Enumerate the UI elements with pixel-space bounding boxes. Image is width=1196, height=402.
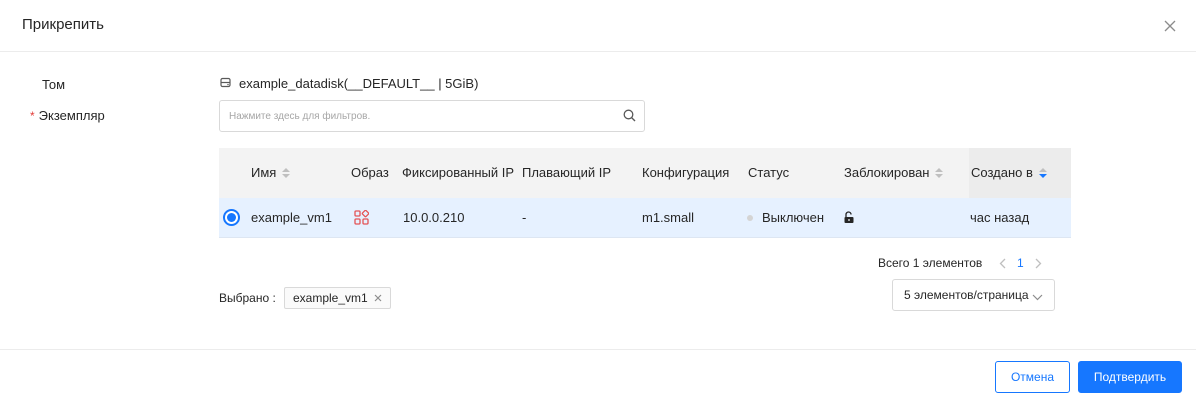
- pagination-total: Всего 1 элементов: [878, 256, 983, 270]
- instance-label: * Экземпляр: [30, 108, 105, 123]
- unlock-icon: [843, 211, 855, 224]
- cell-status: Выключен: [747, 210, 824, 225]
- volume-value-text: example_datadisk(__DEFAULT__ | 5GiB): [239, 76, 479, 91]
- pagination: Всего 1 элементов 1: [878, 256, 1048, 270]
- page-size-select[interactable]: 5 элементов/страница: [892, 279, 1055, 311]
- volume-value: example_datadisk(__DEFAULT__ | 5GiB): [220, 76, 478, 91]
- cell-floating-ip: -: [522, 210, 527, 225]
- cell-flavor: m1.small: [642, 210, 695, 225]
- cell-fixed-ip: 10.0.0.210: [403, 210, 465, 225]
- cell-status-text: Выключен: [762, 210, 825, 225]
- tag-close-icon[interactable]: [374, 294, 382, 302]
- table-header: Имя Образ Фиксированный IP Плавающий IP …: [219, 148, 1071, 198]
- modal-footer: Отмена Подтвердить: [0, 349, 1196, 402]
- column-header-image: Образ: [351, 165, 389, 180]
- prev-page-icon[interactable]: [992, 256, 1012, 270]
- column-header-flavor: Конфигурация: [642, 165, 730, 180]
- column-created-label: Создано в: [971, 165, 1033, 180]
- cell-name: example_vm1: [251, 210, 332, 225]
- status-dot-icon: [747, 214, 753, 221]
- cancel-button[interactable]: Отмена: [995, 361, 1070, 393]
- instance-table: Имя Образ Фиксированный IP Плавающий IP …: [219, 148, 1071, 238]
- page-size-value: 5 элементов/страница: [904, 288, 1029, 302]
- next-page-icon[interactable]: [1028, 256, 1048, 270]
- close-icon[interactable]: [1160, 16, 1180, 36]
- cell-created: час назад: [970, 210, 1030, 225]
- column-locked-label: Заблокирован: [844, 165, 930, 180]
- column-header-floating-ip: Плавающий IP: [522, 165, 612, 180]
- column-header-status: Статус: [748, 165, 790, 180]
- confirm-button[interactable]: Подтвердить: [1078, 361, 1182, 393]
- chevron-down-icon: [1032, 290, 1043, 304]
- column-header-created[interactable]: Создано в: [971, 165, 1047, 180]
- image-os-icon: [354, 210, 369, 225]
- volume-label: Том: [42, 77, 66, 92]
- disk-icon: [220, 76, 231, 91]
- search-icon[interactable]: [623, 109, 638, 124]
- selected-label: Выбрано :: [219, 291, 276, 305]
- selected-tag: example_vm1: [284, 287, 391, 309]
- sort-icon[interactable]: [935, 167, 944, 178]
- page-number[interactable]: 1: [1012, 256, 1028, 270]
- search-box[interactable]: [219, 100, 645, 132]
- modal-title: Прикрепить: [22, 16, 104, 33]
- sort-icon[interactable]: [282, 167, 291, 178]
- sort-desc-icon[interactable]: [1038, 167, 1047, 178]
- column-header-locked[interactable]: Заблокирован: [844, 165, 944, 180]
- search-input[interactable]: [220, 101, 610, 131]
- table-row[interactable]: example_vm1 10.0.0.210 - m1.small Выключ…: [219, 198, 1071, 238]
- column-header-name[interactable]: Имя: [251, 165, 291, 180]
- radio-checked-dot: [227, 213, 236, 222]
- modal-header: Прикрепить: [0, 0, 1196, 52]
- instance-label-text: Экземпляр: [38, 108, 105, 123]
- required-mark: *: [30, 109, 35, 123]
- row-radio[interactable]: [223, 209, 240, 226]
- column-header-fixed-ip: Фиксированный IP: [402, 165, 515, 180]
- column-name-label: Имя: [251, 165, 277, 180]
- selected-tag-text: example_vm1: [293, 291, 368, 305]
